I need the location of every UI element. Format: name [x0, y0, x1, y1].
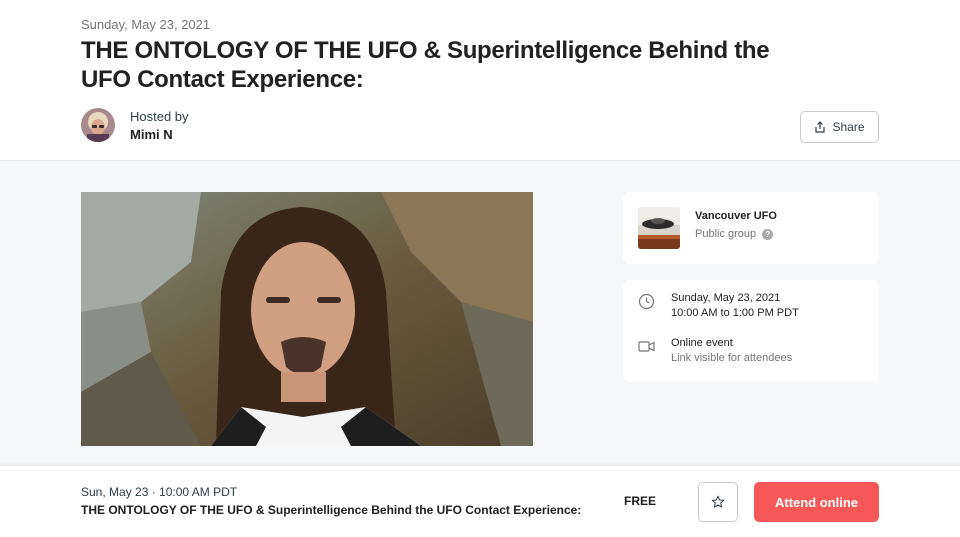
sticky-footer: Sun, May 23 · 10:00 AM PDT THE ONTOLOGY …	[0, 466, 960, 537]
attend-online-button[interactable]: Attend online	[754, 482, 879, 522]
group-type: Public group ?	[695, 228, 774, 240]
event-title: THE ONTOLOGY OF THE UFO & Superintellige…	[81, 37, 770, 93]
event-location-note: Link visible for attendees	[671, 352, 793, 364]
footer-event-title: THE ONTOLOGY OF THE UFO & Superintellige…	[81, 503, 582, 517]
event-header: Sunday, May 23, 2021 THE ONTOLOGY OF THE…	[0, 0, 960, 161]
event-photo	[81, 192, 533, 446]
save-star-button[interactable]	[698, 482, 738, 522]
clock-icon	[638, 293, 655, 310]
share-label: Share	[832, 120, 865, 134]
footer-date-time: Sun, May 23 · 10:00 AM PDT	[81, 485, 238, 499]
help-icon[interactable]: ?	[762, 228, 774, 240]
video-camera-icon	[638, 341, 655, 352]
host-avatar[interactable]	[81, 108, 115, 142]
share-button[interactable]: Share	[800, 111, 879, 143]
group-name[interactable]: Vancouver UFO	[695, 210, 777, 222]
event-info-card: Sunday, May 23, 2021 10:00 AM to 1:00 PM…	[623, 280, 879, 382]
group-type-label: Public group	[695, 228, 757, 240]
event-location-title: Online event	[671, 337, 733, 349]
event-info-date: Sunday, May 23, 2021	[671, 292, 781, 304]
price-label: FREE	[624, 494, 657, 508]
event-date: Sunday, May 23, 2021	[81, 17, 211, 32]
host-name[interactable]: Mimi N	[130, 126, 189, 143]
group-thumbnail	[638, 207, 680, 249]
group-card[interactable]: Vancouver UFO Public group ?	[623, 192, 879, 264]
star-icon	[711, 495, 725, 508]
hosted-by-label: Hosted by	[130, 108, 189, 124]
host-block: Hosted by Mimi N	[81, 107, 189, 143]
event-info-time: 10:00 AM to 1:00 PM PDT	[671, 307, 799, 319]
share-icon	[815, 121, 826, 133]
